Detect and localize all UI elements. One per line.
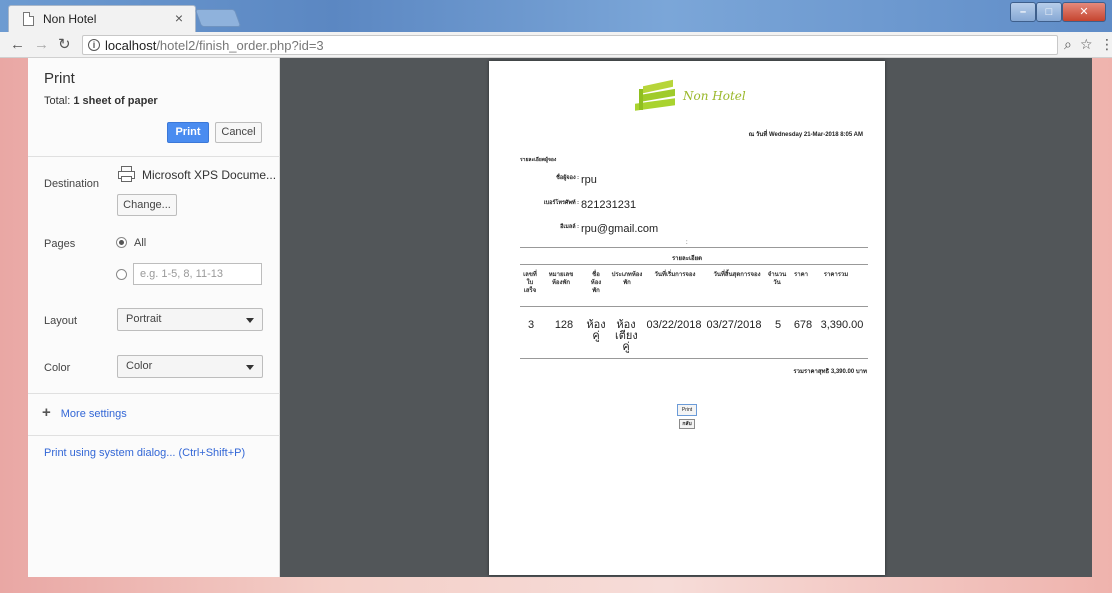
header-room-no: หมายเลขห้องพัก [548, 272, 574, 286]
divider [520, 247, 868, 248]
sheet-total: Total: 1 sheet of paper [44, 95, 158, 107]
divider [520, 358, 868, 359]
maximize-button[interactable]: □ [1036, 2, 1062, 22]
stray-colon: : [686, 240, 688, 246]
dropdown-caret-icon [246, 318, 254, 323]
zoom-icon[interactable]: ⌕ [1064, 36, 1072, 53]
cell-days: 5 [774, 319, 782, 331]
pages-all-label: All [134, 237, 147, 249]
destination-label: Destination [44, 178, 100, 190]
layout-select[interactable]: Portrait [117, 308, 263, 331]
header-start-date: วันที่เริ่มการจอง [654, 272, 696, 278]
minimize-icon: – [1019, 6, 1027, 18]
maximize-icon: □ [1045, 6, 1053, 18]
header-room-name: ชื่อห้องพัก [590, 272, 602, 294]
browser-toolbar: ← → ↻ i localhost/hotel2/finish_order.ph… [0, 32, 1112, 58]
email-label: อีเมลล์ : [560, 224, 579, 230]
back-arrow-icon[interactable]: ← [10, 36, 25, 53]
print-settings-panel: Print Total: 1 sheet of paper Print Canc… [28, 58, 280, 577]
divider [520, 264, 868, 265]
total-prefix: Total: [44, 95, 74, 107]
cancel-button[interactable]: Cancel [215, 122, 262, 143]
system-dialog-link[interactable]: Print using system dialog... (Ctrl+Shift… [44, 447, 245, 459]
detail-title: รายละเอียด [671, 256, 703, 262]
url-host: localhost [105, 38, 157, 53]
cell-room-no: 128 [554, 319, 574, 331]
total-value: 1 sheet of paper [73, 95, 158, 107]
plus-icon: + [42, 404, 51, 421]
phone-value: 821231231 [581, 199, 637, 211]
cell-start-date: 03/22/2018 [646, 319, 702, 331]
cell-end-date: 03/27/2018 [706, 319, 762, 331]
tab-title: Non Hotel [43, 12, 97, 26]
print-button[interactable]: Print [167, 122, 209, 143]
page-icon [23, 12, 34, 26]
header-total: ราคารวม [823, 272, 849, 278]
header-days: จำนวนวัน [767, 272, 787, 286]
cell-receipt-no: 3 [527, 319, 535, 331]
more-settings-link[interactable]: + More settings [42, 404, 127, 421]
pages-all-radio[interactable] [116, 237, 127, 248]
email-value: rpu@gmail.com [581, 223, 659, 235]
more-settings-label: More settings [60, 408, 127, 420]
url-path: /hotel2/finish_order.php?id=3 [156, 38, 324, 53]
menu-icon[interactable]: ⋮ [1100, 36, 1112, 53]
cell-room-name: ห้องคู่ [586, 319, 606, 342]
hotel-logo-icon [635, 79, 679, 111]
pages-label: Pages [44, 238, 76, 250]
booker-name-label: ชื่อผู้จอง : [556, 175, 579, 181]
pages-custom-radio[interactable] [116, 269, 127, 280]
divider [28, 435, 280, 436]
color-select[interactable]: Color [117, 355, 263, 378]
print-preview-area: Non Hotel ณ วันที่ Wednesday 21-Mar-2018… [280, 58, 1092, 577]
layout-label: Layout [44, 315, 78, 327]
cell-total: 3,390.00 [820, 319, 864, 331]
color-value: Color [126, 360, 153, 372]
divider [28, 393, 280, 394]
change-destination-button[interactable]: Change... [117, 194, 177, 216]
document-print-button: Print [677, 404, 697, 416]
address-bar[interactable]: i localhost/hotel2/finish_order.php?id=3 [82, 35, 1058, 55]
star-icon[interactable]: ☆ [1080, 36, 1093, 53]
order-date: ณ วันที่ Wednesday 21-Mar-2018 8:05 AM [748, 132, 863, 138]
printer-icon [118, 166, 135, 182]
forward-arrow-icon[interactable]: → [34, 36, 49, 53]
close-icon: ✕ [1079, 6, 1089, 18]
preview-page: Non Hotel ณ วันที่ Wednesday 21-Mar-2018… [489, 61, 885, 575]
booker-name-value: rpu [581, 174, 597, 186]
title-bar: Non Hotel × – □ ✕ [0, 0, 1112, 32]
cell-price: 678 [793, 319, 813, 331]
url-text: localhost/hotel2/finish_order.php?id=3 [105, 38, 324, 53]
new-tab-button[interactable] [194, 9, 242, 27]
phone-label: เบอร์โทรศัพท์ : [543, 200, 579, 206]
header-end-date: วันที่สิ้นสุดการจอง [713, 272, 761, 278]
reload-icon[interactable]: ↻ [58, 35, 71, 53]
tab-close-icon[interactable]: × [175, 10, 183, 26]
layout-value: Portrait [126, 313, 162, 325]
print-title: Print [44, 70, 75, 87]
minimize-button[interactable]: – [1010, 2, 1036, 22]
color-label: Color [44, 362, 71, 374]
grand-total: รวมราคาสุทธิ 3,390.00 บาท [793, 369, 867, 375]
header-price: ราคา [794, 272, 808, 278]
divider [28, 156, 280, 157]
document-back-button: กลับ [679, 419, 695, 429]
destination-value: Microsoft XPS Docume... [142, 168, 277, 182]
dropdown-caret-icon [246, 365, 254, 370]
divider [520, 306, 868, 307]
header-receipt-no: เลขที่ใบเสร็จ [523, 272, 537, 294]
info-icon[interactable]: i [88, 39, 100, 51]
close-window-button[interactable]: ✕ [1062, 2, 1106, 22]
hotel-name: Non Hotel [683, 89, 746, 103]
header-room-type: ประเภทห้องพัก [611, 272, 643, 286]
pages-range-input[interactable]: e.g. 1-5, 8, 11-13 [133, 263, 262, 285]
browser-tab[interactable]: Non Hotel × [8, 5, 196, 32]
cell-room-type: ห้องเตียงคู่ [615, 319, 638, 353]
booker-section-title: รายละเอียดผู้จอง [520, 157, 557, 163]
